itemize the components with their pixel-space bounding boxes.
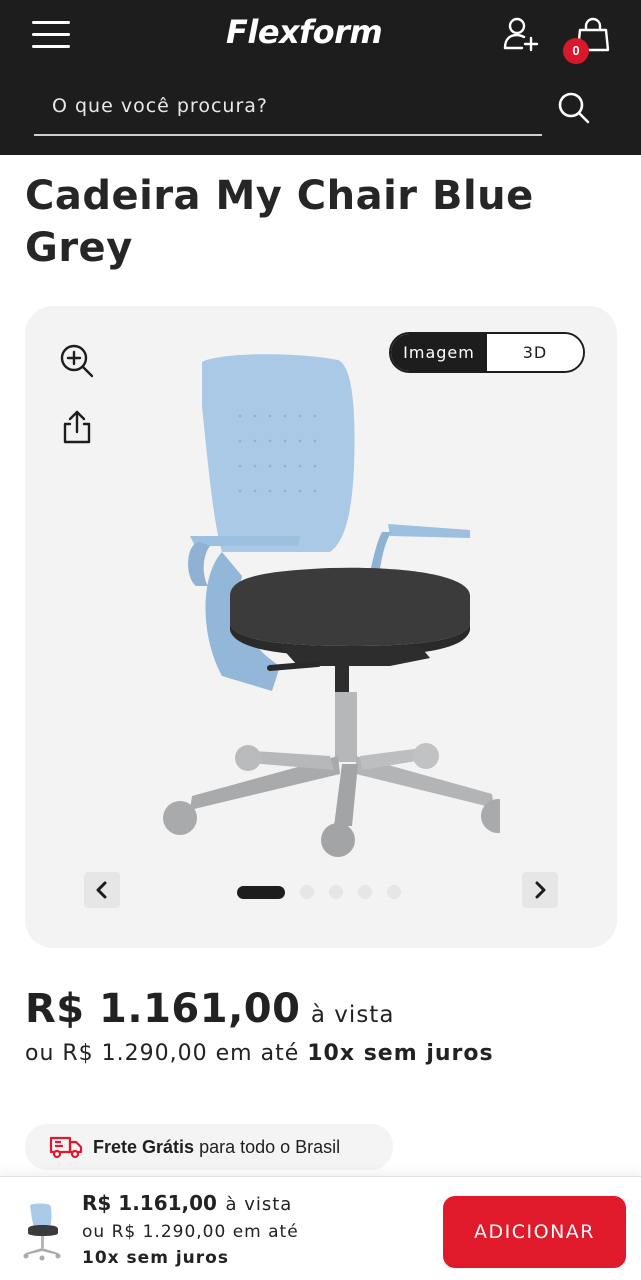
brand-logo[interactable]: Flexform: [226, 11, 416, 53]
sticky-cash-suffix: à vista: [225, 1194, 293, 1215]
gallery-dot[interactable]: [329, 885, 343, 899]
add-to-cart-button[interactable]: ADICIONAR: [443, 1196, 626, 1268]
cart-count-badge: 0: [563, 38, 589, 64]
installment-terms: 10x sem juros: [307, 1041, 494, 1066]
shipping-highlight: Frete Grátis: [93, 1136, 195, 1157]
truck-icon: [49, 1136, 83, 1159]
cash-price: R$ 1.161,00: [25, 986, 301, 1032]
chevron-right-icon: [535, 881, 546, 899]
product-gallery: Imagem 3D: [25, 306, 617, 948]
product-thumbnail: [23, 1203, 61, 1261]
installment-info: ou R$ 1.290,00 em até 10x sem juros: [25, 1041, 494, 1066]
product-title: Cadeira My Chair Blue Grey: [25, 173, 534, 271]
gallery-dot[interactable]: [358, 885, 372, 899]
product-image: [163, 354, 500, 857]
gallery-pagination: [237, 885, 401, 899]
gallery-prev-button[interactable]: [84, 872, 120, 908]
search-input[interactable]: [34, 86, 542, 136]
gallery-dot[interactable]: [300, 885, 314, 899]
search-icon[interactable]: [556, 90, 592, 126]
sticky-installment-prefix: ou R$ 1.290,00 em até: [82, 1222, 299, 1242]
user-add-icon[interactable]: [502, 16, 542, 54]
hamburger-menu-icon[interactable]: [32, 18, 70, 50]
view-option-3d[interactable]: 3D: [487, 334, 583, 371]
gallery-dot[interactable]: [237, 885, 285, 899]
sticky-add-to-cart-bar: R$ 1.161,00 à vista ou R$ 1.290,00 em at…: [0, 1176, 641, 1280]
share-icon[interactable]: [59, 409, 95, 445]
gallery-dot[interactable]: [387, 885, 401, 899]
cash-price-suffix: à vista: [310, 1002, 395, 1028]
price-block: R$ 1.161,00 à vista: [25, 986, 394, 1032]
site-header: Flexform 0: [0, 0, 641, 155]
shipping-text: Frete Grátis para todo o Brasil: [93, 1137, 340, 1158]
free-shipping-badge: Frete Grátis para todo o Brasil: [25, 1124, 393, 1170]
zoom-in-icon[interactable]: [59, 343, 95, 379]
sticky-price: R$ 1.161,00 à vista: [82, 1191, 292, 1215]
chevron-left-icon: [96, 881, 107, 899]
sticky-installment-terms: 10x sem juros: [82, 1248, 229, 1268]
gallery-next-button[interactable]: [522, 872, 558, 908]
shipping-detail: para todo o Brasil: [199, 1136, 341, 1157]
installment-prefix: ou R$ 1.290,00 em até: [25, 1041, 300, 1066]
sticky-cash-price: R$ 1.161,00: [82, 1191, 217, 1215]
